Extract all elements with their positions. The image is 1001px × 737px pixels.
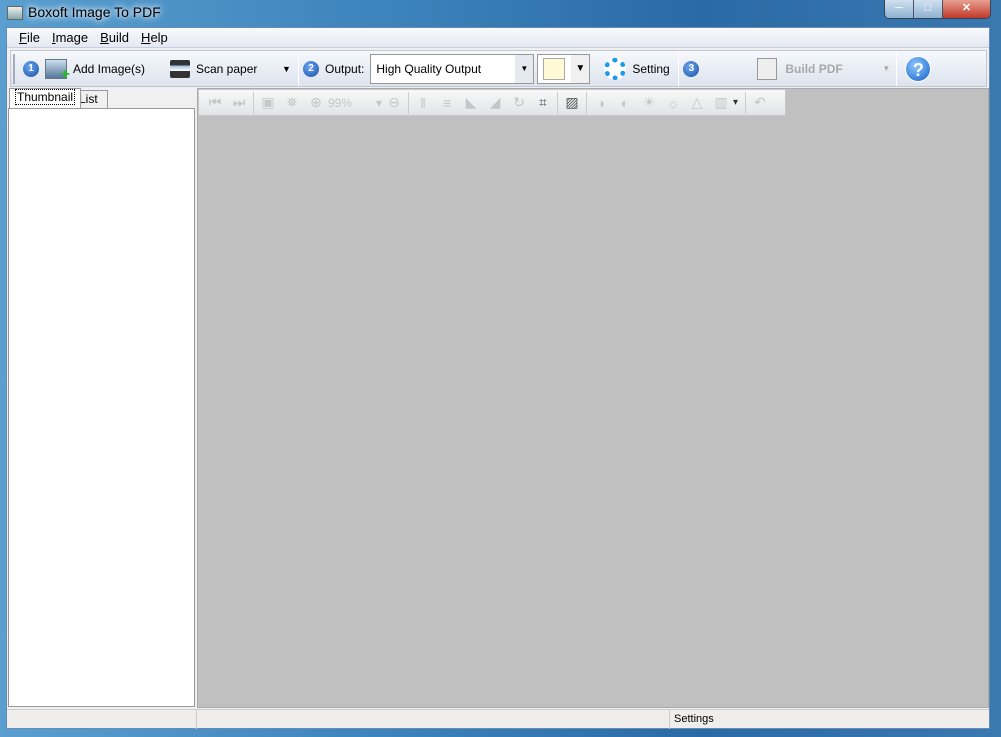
- background-color-picker[interactable]: ▼: [537, 53, 591, 84]
- rotate-right-icon[interactable]: ◢: [483, 94, 507, 111]
- gear-icon: [604, 57, 627, 80]
- image-settings-icon[interactable]: ▨: [560, 94, 584, 111]
- minimize-button[interactable]: ─: [885, 0, 914, 18]
- zoom-select[interactable]: 99% ▾: [328, 96, 382, 110]
- app-icon: [7, 6, 23, 20]
- separator: [557, 91, 558, 114]
- menu-image[interactable]: Image: [46, 28, 94, 47]
- help-button[interactable]: ?: [905, 54, 932, 84]
- last-page-icon[interactable]: ⏭: [227, 94, 251, 111]
- add-image-icon: +: [45, 58, 70, 82]
- help-icon: ?: [905, 55, 932, 82]
- separator: [896, 51, 898, 86]
- scan-paper-dropdown[interactable]: ▼: [282, 54, 294, 84]
- first-page-icon[interactable]: ⏮: [203, 94, 227, 111]
- separator: [408, 91, 409, 114]
- image-viewer[interactable]: ⏮ ⏭ ▣ ✵ ⊕ 99% ▾ ⊖ ‖ ≡ ◣ ◢ ↻ ⌗ ▨ ◑ ◐ ☀ ☼ △ ▥ ▾ ↶: [197, 88, 989, 708]
- status-panel-1: [7, 710, 197, 729]
- layout-icon[interactable]: ▥: [709, 94, 733, 111]
- pdf-icon: [757, 57, 778, 80]
- add-images-button[interactable]: + Add Image(s): [45, 54, 170, 84]
- setting-button[interactable]: Setting: [604, 54, 674, 84]
- color-swatch: [543, 57, 566, 80]
- zoom-in-icon[interactable]: ⊕: [304, 94, 328, 111]
- fit-page-icon[interactable]: ▣: [256, 94, 280, 111]
- separator: [253, 91, 254, 114]
- viewer-toolbar: ⏮ ⏭ ▣ ✵ ⊕ 99% ▾ ⊖ ‖ ≡ ◣ ◢ ↻ ⌗ ▨ ◑ ◐ ☀ ☼ △ ▥ ▾ ↶: [198, 89, 786, 116]
- menu-file[interactable]: File: [13, 28, 46, 47]
- separator: [745, 91, 746, 114]
- scanner-icon: [170, 59, 190, 78]
- chevron-down-icon: ▼: [515, 54, 534, 83]
- rotate-icon[interactable]: ↻: [507, 94, 531, 111]
- sharpen-icon[interactable]: △: [685, 94, 709, 111]
- flip-vertical-icon[interactable]: ≡: [435, 95, 459, 111]
- output-label: Output:: [325, 61, 365, 76]
- output-select[interactable]: High Quality Output ▼: [370, 53, 535, 84]
- status-bar: Settings: [7, 709, 989, 729]
- status-settings: Settings: [674, 713, 714, 725]
- status-panel-2: [197, 710, 670, 729]
- step-2-badge: 2: [303, 60, 319, 77]
- thumbnail-list[interactable]: [8, 108, 195, 707]
- build-pdf-dropdown[interactable]: ▼: [882, 54, 892, 84]
- close-button[interactable]: ✕: [943, 0, 990, 18]
- crop-icon[interactable]: ⌗: [531, 94, 555, 111]
- brightness-down-icon[interactable]: ☼: [661, 95, 685, 111]
- menu-build[interactable]: Build: [94, 28, 135, 47]
- menu-help[interactable]: Help: [135, 28, 174, 47]
- flip-horizontal-icon[interactable]: ‖: [411, 95, 435, 111]
- contrast-up-icon[interactable]: ◑: [589, 95, 613, 111]
- maximize-button[interactable]: □: [914, 0, 943, 18]
- layout-dropdown[interactable]: ▾: [733, 97, 743, 108]
- title-bar: Boxoft Image To PDF ─ □ ✕: [0, 0, 1001, 27]
- actual-size-icon[interactable]: ✵: [280, 94, 304, 111]
- chevron-down-icon: ▼: [571, 54, 590, 83]
- main-toolbar: 1 + Add Image(s) Scan paper ▼ 2 Output: …: [10, 50, 987, 87]
- app-window: File Image Build Help 1 + Add Image(s) S…: [6, 27, 990, 729]
- separator: [298, 51, 299, 86]
- build-pdf-button[interactable]: Build PDF: [757, 54, 882, 84]
- tab-thumbnail[interactable]: Thumbnail: [9, 88, 82, 108]
- rotate-left-icon[interactable]: ◣: [459, 94, 483, 111]
- restore-icon[interactable]: ↶: [748, 94, 772, 111]
- left-panel: Thumbnail List: [7, 88, 196, 708]
- toolbar-grip[interactable]: [13, 53, 17, 84]
- step-3-badge: 3: [683, 60, 700, 77]
- scan-paper-button[interactable]: Scan paper: [170, 54, 282, 84]
- menu-bar: File Image Build Help: [7, 28, 989, 48]
- brightness-up-icon[interactable]: ☀: [637, 94, 661, 111]
- contrast-down-icon[interactable]: ◐: [613, 95, 637, 111]
- window-title: Boxoft Image To PDF: [28, 4, 161, 20]
- zoom-out-icon[interactable]: ⊖: [382, 94, 406, 111]
- separator: [678, 51, 680, 86]
- separator: [586, 91, 587, 114]
- step-1-badge: 1: [23, 60, 39, 77]
